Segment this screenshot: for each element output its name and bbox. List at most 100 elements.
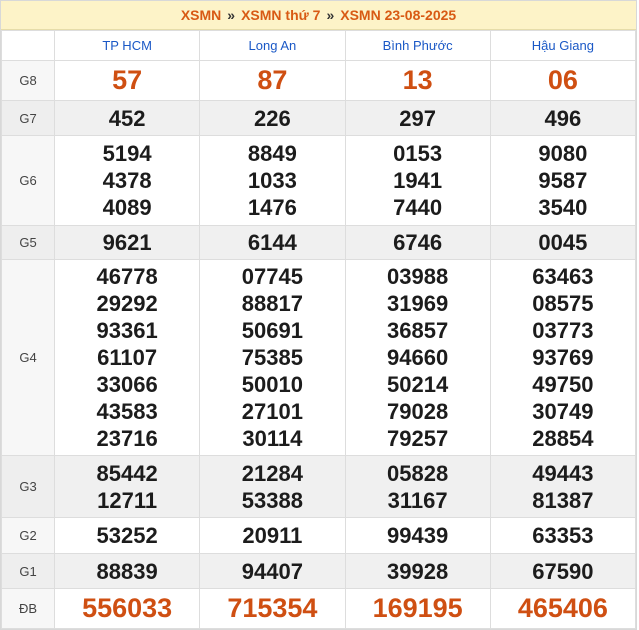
province-long-an[interactable]: Long An <box>199 30 346 61</box>
result-cell: 6144 <box>199 225 346 260</box>
result-number: 27101 <box>241 399 303 424</box>
result-number: 63463 <box>532 264 594 289</box>
result-cell: 63353 <box>489 517 637 554</box>
result-number: 297 <box>399 105 436 131</box>
result-number: 53388 <box>241 487 303 513</box>
result-number: 13 <box>402 65 433 95</box>
breadcrumb-date-link[interactable]: XSMN 23-08-2025 <box>340 7 456 23</box>
result-cell: 226 <box>199 100 346 136</box>
result-cell: 715354 <box>199 588 346 629</box>
result-cell: 53252 <box>53 517 201 554</box>
result-number: 50214 <box>387 372 449 397</box>
result-number: 6746 <box>393 230 443 255</box>
result-number: 1941 <box>393 168 443 193</box>
result-cell: 05828 31167 <box>344 455 491 518</box>
result-number: 226 <box>254 105 291 131</box>
result-number: 50010 <box>241 372 303 397</box>
breadcrumb-xsmn-link[interactable]: XSMN <box>181 7 221 23</box>
prize-label: G8 <box>1 60 55 101</box>
province-binh-phuoc[interactable]: Bình Phước <box>344 30 491 61</box>
prize-row-g6: G6 5194 4378 4089 8849 1033 1476 0153 1941 7440 90… <box>1 135 637 226</box>
prize-row-g7: G7 452 226 297 496 <box>1 100 637 136</box>
result-number: 8849 <box>247 141 297 166</box>
result-number: 93361 <box>96 318 158 343</box>
result-number: 79257 <box>387 426 449 451</box>
result-number: 9621 <box>102 230 152 255</box>
prize-label: ĐB <box>1 588 55 629</box>
result-number: 3540 <box>538 195 588 220</box>
result-number: 39928 <box>387 558 449 584</box>
prize-label: G6 <box>1 135 55 226</box>
result-number: 07745 <box>241 264 303 289</box>
result-number: 75385 <box>241 345 303 370</box>
result-cell: 57 <box>53 60 201 101</box>
result-cell: 63463 08575 03773 93769 49750 30749 28854 <box>489 259 637 456</box>
province-tp-hcm[interactable]: TP HCM <box>53 30 201 61</box>
result-number: 63353 <box>532 523 594 548</box>
breadcrumb-separator: » <box>326 7 335 23</box>
result-cell: 88839 <box>53 553 201 589</box>
province-header-row: TP HCM Long An Bình Phước Hậu Giang <box>1 30 637 61</box>
result-cell: 85442 12711 <box>53 455 201 518</box>
result-number: 7440 <box>393 195 443 220</box>
result-number: 0153 <box>393 141 443 166</box>
result-number: 46778 <box>96 264 158 289</box>
prize-row-g8: G8 57 87 13 06 <box>1 60 637 101</box>
result-cell: 49443 81387 <box>489 455 637 518</box>
result-number: 169195 <box>372 593 463 623</box>
result-number: 03988 <box>387 264 449 289</box>
prize-row-đb: ĐB 556033 715354 169195 465406 <box>1 588 637 629</box>
result-number: 20911 <box>242 523 303 548</box>
result-number: 33066 <box>96 372 158 397</box>
result-number: 0045 <box>538 230 588 255</box>
result-number: 36857 <box>387 318 449 343</box>
result-cell: 556033 <box>53 588 201 629</box>
result-cell: 46778 29292 93361 61107 33066 43583 23716 <box>53 259 201 456</box>
prize-label: G4 <box>1 259 55 456</box>
result-number: 31167 <box>387 487 448 513</box>
result-number: 6144 <box>247 230 297 255</box>
result-number: 87 <box>257 65 288 95</box>
result-number: 30749 <box>532 399 594 424</box>
prize-row-g3: G3 85442 12711 21284 53388 05828 31167 49443 813… <box>1 455 637 518</box>
result-number: 5194 <box>102 141 152 166</box>
result-cell: 9080 9587 3540 <box>489 135 637 226</box>
results-table: TP HCM Long An Bình Phước Hậu Giang G8 57… <box>1 30 637 629</box>
result-number: 9587 <box>538 168 588 193</box>
prize-row-g5: G5 9621 6144 6746 0045 <box>1 225 637 260</box>
result-cell: 20911 <box>199 517 346 554</box>
breadcrumb: XSMN » XSMN thứ 7 » XSMN 23-08-2025 <box>1 1 636 30</box>
breadcrumb-separator: » <box>227 7 236 23</box>
result-number: 94660 <box>387 345 449 370</box>
result-number: 99439 <box>387 523 449 548</box>
result-cell: 9621 <box>53 225 201 260</box>
result-number: 23716 <box>96 426 158 451</box>
result-cell: 99439 <box>344 517 491 554</box>
result-number: 08575 <box>532 291 594 316</box>
prize-row-g1: G1 88839 94407 39928 67590 <box>1 553 637 589</box>
result-number: 88839 <box>96 558 158 584</box>
result-number: 715354 <box>227 593 318 623</box>
corner-cell <box>1 30 55 61</box>
result-cell: 94407 <box>199 553 346 589</box>
result-cell: 39928 <box>344 553 491 589</box>
result-cell: 5194 4378 4089 <box>53 135 201 226</box>
result-cell: 0045 <box>489 225 637 260</box>
result-number: 1476 <box>247 195 297 220</box>
prize-row-g2: G2 53252 20911 99439 63353 <box>1 517 637 554</box>
result-number: 49750 <box>532 372 594 397</box>
result-number: 94407 <box>241 558 303 584</box>
province-hau-giang[interactable]: Hậu Giang <box>489 30 637 61</box>
result-cell: 0153 1941 7440 <box>344 135 491 226</box>
prize-label: G2 <box>1 517 55 554</box>
result-cell: 21284 53388 <box>199 455 346 518</box>
breadcrumb-saturday-link[interactable]: XSMN thứ 7 <box>241 7 320 23</box>
result-number: 93769 <box>532 345 594 370</box>
result-number: 79028 <box>387 399 449 424</box>
result-number: 21284 <box>241 460 303 486</box>
result-number: 53252 <box>96 523 158 548</box>
result-number: 29292 <box>96 291 158 316</box>
result-number: 12711 <box>97 487 158 513</box>
result-cell: 06 <box>489 60 637 101</box>
prize-row-g4: G4 46778 29292 93361 61107 33066 43583 23716 077… <box>1 259 637 456</box>
